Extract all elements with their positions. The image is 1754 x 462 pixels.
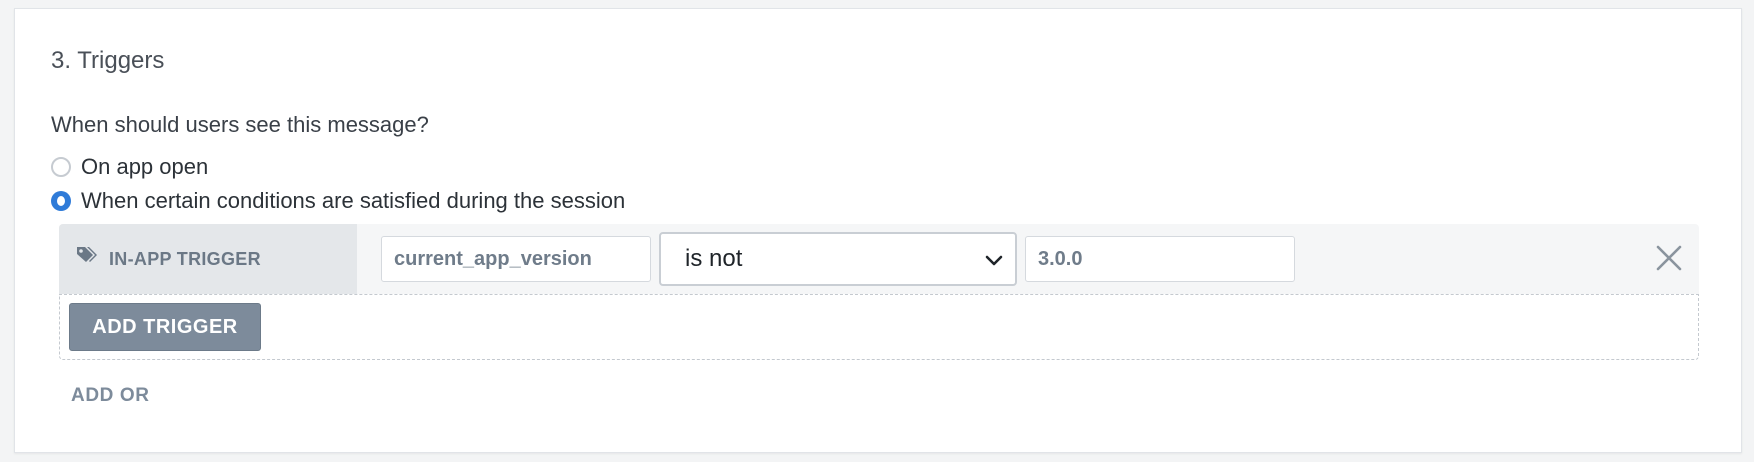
- trigger-type-text: IN-APP TRIGGER: [109, 248, 261, 269]
- operator-select[interactable]: is not: [659, 232, 1017, 286]
- operator-selected-value: is not: [685, 245, 743, 272]
- trigger-row: IN-APP TRIGGER current_app_version is no…: [59, 224, 1699, 294]
- add-trigger-area: ADD TRIGGER: [59, 294, 1699, 360]
- section-title: 3. Triggers: [51, 47, 165, 74]
- trigger-type-label: IN-APP TRIGGER: [59, 224, 357, 294]
- close-icon[interactable]: [1649, 238, 1689, 278]
- radio-label-app-open: On app open: [81, 154, 209, 179]
- radio-option-app-open[interactable]: On app open: [51, 154, 208, 180]
- radio-label-conditions: When certain conditions are satisfied du…: [81, 188, 626, 213]
- triggers-card: 3. Triggers When should users see this m…: [14, 8, 1742, 453]
- trigger-question: When should users see this message?: [51, 112, 429, 137]
- radio-button-app-open[interactable]: [51, 157, 71, 177]
- comparison-value-input[interactable]: 3.0.0: [1025, 236, 1295, 282]
- add-or-link[interactable]: ADD OR: [71, 385, 150, 407]
- chevron-down-icon: [985, 255, 1003, 266]
- radio-option-conditions[interactable]: When certain conditions are satisfied du…: [51, 188, 625, 214]
- event-name-input[interactable]: current_app_version: [381, 236, 651, 282]
- radio-button-conditions[interactable]: [51, 191, 71, 211]
- trigger-group: IN-APP TRIGGER current_app_version is no…: [59, 224, 1699, 360]
- add-trigger-button[interactable]: ADD TRIGGER: [69, 303, 261, 351]
- tag-icon: [77, 247, 97, 262]
